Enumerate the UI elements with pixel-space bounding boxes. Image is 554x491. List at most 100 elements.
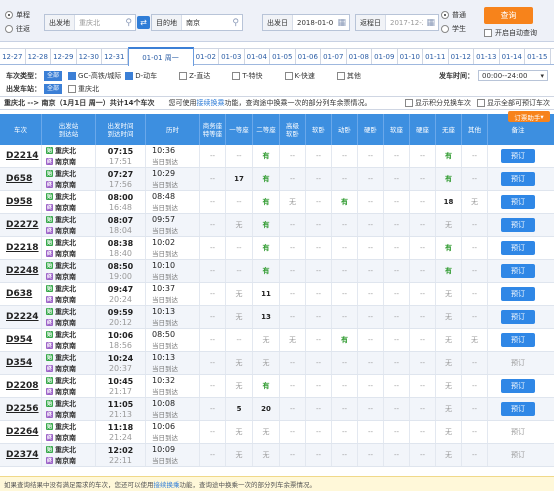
book-button[interactable]: 预订 <box>501 149 535 163</box>
book-button[interactable]: 预订 <box>501 448 535 462</box>
return-date-value[interactable]: 2017-12-27 <box>386 19 423 27</box>
header-duration[interactable]: 历时 <box>146 114 200 145</box>
radio-dot[interactable] <box>5 11 13 19</box>
checkbox[interactable] <box>484 29 492 37</box>
train-number[interactable]: D958 <box>0 191 42 213</box>
train-number[interactable]: D2224 <box>0 306 42 328</box>
header-train[interactable]: 车次 <box>0 114 42 145</box>
header-station[interactable]: 出发站 到达站 <box>42 114 96 145</box>
station-option[interactable]: 重庆北 <box>68 84 99 94</box>
checkbox[interactable] <box>232 71 241 80</box>
points-checkbox[interactable]: 显示积分兑换车次 <box>405 98 471 108</box>
header-time[interactable]: 出发时间 到达时间 <box>96 114 146 145</box>
checkbox[interactable] <box>179 71 188 80</box>
train-number[interactable]: D2256 <box>0 398 42 420</box>
train-number[interactable]: D2272 <box>0 214 42 236</box>
return-date-field[interactable]: 返程日 2017-12-27 ▦ <box>355 14 439 31</box>
train-number[interactable]: D2374 <box>0 444 42 466</box>
train-number[interactable]: D2218 <box>0 237 42 259</box>
book-button[interactable]: 预订 <box>501 287 535 301</box>
checkbox[interactable] <box>68 71 77 80</box>
search-button[interactable]: 查询 <box>484 7 533 24</box>
type-t-option[interactable]: T-特快 <box>232 71 263 81</box>
checkbox[interactable] <box>68 84 77 93</box>
depart-date-field[interactable]: 出发日 2018-01-01 ▦ <box>262 14 350 31</box>
train-number[interactable]: D638 <box>0 283 42 305</box>
date-tab[interactable]: 01-10 <box>398 49 423 64</box>
calendar-icon[interactable]: ▦ <box>334 18 349 28</box>
checkbox[interactable] <box>405 99 413 107</box>
auto-query-checkbox[interactable]: 开启自动查询 <box>484 28 537 38</box>
seat-move: -- <box>332 421 358 443</box>
date-tab[interactable]: 12-31 <box>102 49 128 64</box>
train-number[interactable]: D2248 <box>0 260 42 282</box>
train-number[interactable]: D2214 <box>0 145 42 167</box>
book-button[interactable]: 预订 <box>501 195 535 209</box>
transfer-link[interactable]: 接续换乘 <box>196 98 224 108</box>
date-tab[interactable]: 01-06 <box>296 49 321 64</box>
trip-oneway-radio[interactable]: 单程 <box>5 10 30 20</box>
date-tab[interactable]: 01-02 <box>194 49 219 64</box>
date-tab[interactable]: 12-27 <box>0 49 26 64</box>
date-tab[interactable]: 01-04 <box>245 49 270 64</box>
book-button[interactable]: 预订 <box>501 379 535 393</box>
swap-stations-icon[interactable]: ⇄ <box>137 16 150 29</box>
train-number[interactable]: D354 <box>0 352 42 374</box>
from-station-field[interactable]: 出发地 重庆北 ⚲ <box>44 14 136 31</box>
to-value[interactable]: 南京 <box>182 18 229 28</box>
book-button[interactable]: 预订 <box>501 218 535 232</box>
checkbox[interactable] <box>125 71 134 80</box>
date-tab[interactable]: 12-30 <box>77 49 102 64</box>
from-value[interactable]: 重庆北 <box>75 18 122 28</box>
type-z-option[interactable]: Z-直达 <box>179 71 210 81</box>
book-button[interactable]: 预订 <box>501 356 535 370</box>
show-all-checkbox[interactable]: 显示全部可预订车次 <box>477 98 550 108</box>
date-tab[interactable]: 01-09 <box>372 49 398 64</box>
date-tab[interactable]: 12-29 <box>51 49 77 64</box>
book-button[interactable]: 预订 <box>501 402 535 416</box>
train-number[interactable]: D658 <box>0 168 42 190</box>
train-number[interactable]: D2208 <box>0 375 42 397</box>
radio-dot[interactable] <box>441 11 449 19</box>
train-number[interactable]: D954 <box>0 329 42 351</box>
ticket-normal-radio[interactable]: 普通 <box>441 10 466 20</box>
date-tab[interactable]: 01-05 <box>270 49 296 64</box>
radio-dot[interactable] <box>441 25 449 33</box>
date-tab[interactable]: 01-12 <box>449 49 474 64</box>
type-gc-option[interactable]: GC-高铁/城际 <box>68 71 121 81</box>
trip-round-radio[interactable]: 往返 <box>5 24 30 34</box>
date-tab[interactable]: 01-13 <box>474 49 500 64</box>
book-button[interactable]: 预订 <box>501 425 535 439</box>
book-button[interactable]: 预订 <box>501 333 535 347</box>
checkbox[interactable] <box>477 99 485 107</box>
date-tab[interactable]: 01-11 <box>423 49 449 64</box>
depart-date-value[interactable]: 2018-01-01 <box>293 19 334 27</box>
book-button[interactable]: 预订 <box>501 241 535 255</box>
radio-dot[interactable] <box>5 25 13 33</box>
date-tab[interactable]: 12-28 <box>26 49 51 64</box>
to-station-field[interactable]: 目的地 南京 ⚲ <box>151 14 243 31</box>
booking-helper-dropdown[interactable]: 订票助手 ▾ <box>508 111 550 122</box>
type-d-option[interactable]: D-动车 <box>125 71 157 81</box>
station-all-tag[interactable]: 全部 <box>44 83 63 94</box>
book-button[interactable]: 预订 <box>501 264 535 278</box>
ticket-student-radio[interactable]: 学生 <box>441 24 466 34</box>
calendar-icon[interactable]: ▦ <box>423 18 438 28</box>
train-type-all-tag[interactable]: 全部 <box>44 70 63 81</box>
date-tab[interactable]: 01-08 <box>347 49 372 64</box>
train-number[interactable]: D2264 <box>0 421 42 443</box>
depart-time-select[interactable]: 00:00--24:00 ▾ <box>478 70 548 81</box>
type-other-option[interactable]: 其他 <box>336 71 361 81</box>
date-tab[interactable]: 01-07 <box>321 49 347 64</box>
book-button[interactable]: 预订 <box>501 172 535 186</box>
seat-second: 无 <box>253 352 280 374</box>
date-tab[interactable]: 01-15 <box>525 49 551 64</box>
checkbox[interactable] <box>336 71 345 80</box>
type-k-option[interactable]: K-快速 <box>284 71 315 81</box>
date-tab[interactable]: 01-03 <box>219 49 245 64</box>
checkbox[interactable] <box>284 71 293 80</box>
footer-transfer-link[interactable]: 接续换乘 <box>154 479 180 489</box>
date-tab[interactable]: 01-01 周一 <box>127 47 194 66</box>
book-button[interactable]: 预订 <box>501 310 535 324</box>
date-tab[interactable]: 01-14 <box>500 49 525 64</box>
